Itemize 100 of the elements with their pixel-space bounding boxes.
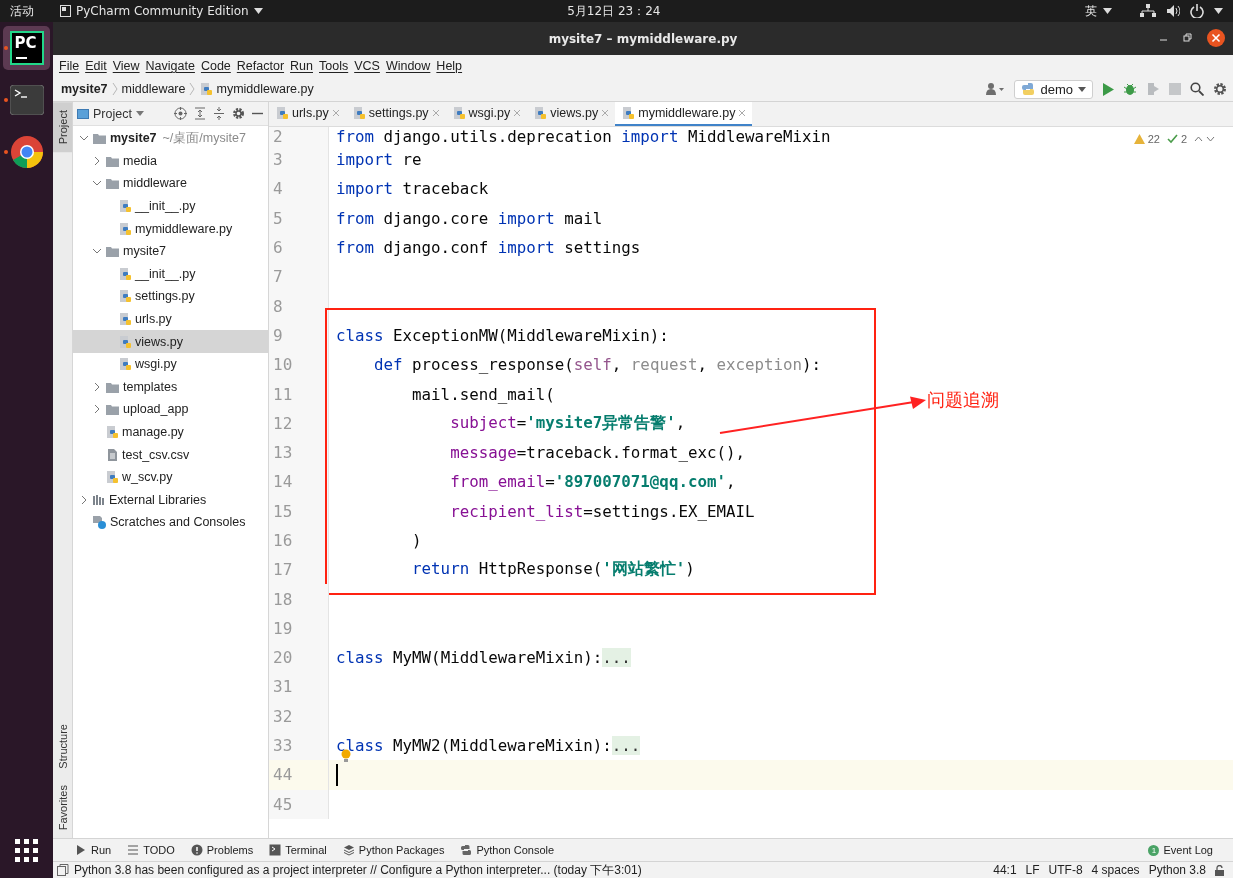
menu-item[interactable]: Refactor (234, 59, 289, 73)
clock[interactable]: 5月12日 23：24 (567, 2, 661, 20)
file-tab[interactable]: urls.py (269, 102, 346, 126)
tree-item[interactable]: urls.py (73, 307, 268, 331)
caret-icon (253, 8, 263, 14)
scratch-icon (92, 515, 107, 530)
status-item[interactable]: Python 3.8 (1148, 863, 1206, 877)
event-log-button[interactable]: 1 Event Log (1148, 844, 1213, 856)
app-menu[interactable]: PyCharm Community Edition (60, 4, 263, 18)
tree-item[interactable]: templates (73, 375, 268, 399)
tree-item[interactable]: media (73, 149, 268, 173)
lock-icon[interactable] (1215, 864, 1225, 876)
tree-item[interactable]: wsgi.py (73, 352, 268, 376)
tool-window-button[interactable]: Python Console (460, 844, 555, 856)
settings-icon[interactable] (1213, 82, 1227, 96)
tree-item[interactable]: w_scv.py (73, 465, 268, 489)
breadcrumb-item[interactable]: mysite7 (61, 82, 108, 96)
menu-item[interactable]: Code (198, 59, 235, 73)
file-tab[interactable]: views.py (527, 102, 616, 126)
text-cursor (336, 763, 338, 786)
tree-item[interactable]: mysite7 (73, 239, 268, 263)
side-tab[interactable]: Structure (53, 716, 72, 777)
expand-all-icon[interactable] (194, 107, 206, 120)
volume-icon[interactable] (1166, 4, 1180, 18)
line-number: 7 (269, 262, 329, 292)
close-icon[interactable] (1207, 29, 1225, 47)
run-icon[interactable] (1102, 82, 1114, 96)
debug-icon[interactable] (1123, 82, 1137, 96)
tree-item[interactable]: test_csv.csv (73, 443, 268, 466)
tool-window-button[interactable]: Problems (190, 844, 254, 856)
menu-item[interactable]: Tools (317, 59, 353, 73)
browser-icon[interactable] (9, 135, 44, 169)
tool-window-button[interactable]: Terminal (269, 844, 327, 856)
tree-item[interactable]: mymiddleware.py (73, 217, 268, 240)
tree-item[interactable]: Scratches and Consoles (73, 511, 268, 534)
network-icon[interactable] (1140, 4, 1156, 18)
line-number: 12 (269, 408, 329, 438)
collapse-all-icon[interactable] (213, 107, 225, 120)
tree-item[interactable]: mysite7 ~/桌面/mysite7 (73, 127, 268, 150)
tool-window-button[interactable]: Python Packages (342, 844, 445, 856)
locate-icon[interactable] (174, 107, 187, 120)
file-tab[interactable]: wsgi.py (445, 102, 528, 126)
restore-icon[interactable] (1183, 33, 1193, 43)
chevron-right-icon (92, 404, 102, 415)
status-item[interactable]: LF (1025, 863, 1040, 877)
menu-item[interactable]: View (110, 59, 144, 73)
status-item[interactable]: UTF-8 (1048, 863, 1083, 877)
chevron-right-icon (79, 494, 89, 505)
line-number: 19 (269, 613, 329, 644)
layers-icon (342, 844, 355, 856)
code-line: import re (336, 150, 422, 170)
menu-item[interactable]: Window (383, 59, 435, 73)
tree-item[interactable]: views.py (73, 330, 268, 353)
code-line: from django.core import mail (336, 208, 603, 228)
breadcrumb-item[interactable]: middleware (121, 82, 186, 96)
warning-icon (1133, 134, 1145, 144)
menu-item[interactable]: Help (434, 59, 467, 73)
tree-item[interactable]: manage.py (73, 420, 268, 444)
activities-button[interactable]: 活动 (10, 2, 34, 20)
tree-item[interactable]: External Libraries (73, 488, 268, 512)
python-file-icon (105, 425, 119, 439)
search-icon[interactable] (1190, 82, 1204, 96)
menu-item[interactable]: Edit (83, 59, 111, 73)
chevron-up-icon[interactable] (1194, 136, 1203, 142)
tree-item[interactable]: settings.py (73, 285, 268, 308)
status-item[interactable]: 44:1 (993, 863, 1017, 877)
menu-item[interactable]: File (57, 59, 84, 73)
power-icon[interactable] (1190, 4, 1204, 18)
terminal-icon[interactable] (9, 85, 44, 115)
run-config-dropdown[interactable]: demo (1014, 79, 1093, 99)
python-file-icon (351, 106, 366, 120)
code-line: class MyMW(MiddlewareMixin):... (336, 648, 631, 668)
side-tab[interactable]: Favorites (53, 776, 72, 838)
tree-item[interactable]: upload_app (73, 398, 268, 421)
status-item[interactable]: 4 spaces (1091, 863, 1140, 877)
breadcrumb-item[interactable]: mymiddleware.py (199, 82, 314, 96)
tree-item[interactable]: middleware (73, 172, 268, 195)
apps-grid-icon[interactable] (15, 838, 38, 862)
line-number: 15 (269, 496, 329, 526)
caret-icon (135, 111, 144, 116)
settings-icon[interactable] (232, 107, 245, 120)
tool-window-button[interactable]: TODO (127, 844, 175, 856)
menu-item[interactable]: Run (288, 59, 317, 73)
run-icon (75, 844, 87, 856)
input-method-menu[interactable]: 英 (1085, 2, 1097, 20)
tree-item[interactable]: __init__.py (73, 194, 268, 218)
python-file-icon (118, 266, 132, 281)
python-icon (460, 844, 473, 856)
tool-window-button[interactable]: Run (75, 844, 112, 856)
menu-item[interactable]: VCS (352, 59, 384, 73)
file-tab[interactable]: settings.py (345, 102, 446, 126)
pycharm-logo[interactable]: PC (9, 31, 44, 65)
file-tab[interactable]: mymiddleware.py (615, 102, 753, 126)
side-tab[interactable]: Project (53, 102, 72, 153)
menu-item[interactable]: Navigate (143, 59, 199, 73)
tree-item[interactable]: __init__.py (73, 262, 268, 286)
status-message[interactable]: Python 3.8 has been configured as a project interpreter // Configure a Python interpreter... (today 下午3:01) (74, 861, 642, 878)
line-number: 33 (269, 730, 329, 761)
chevron-down-icon[interactable] (1206, 136, 1215, 142)
user-icon[interactable] (985, 82, 1006, 96)
